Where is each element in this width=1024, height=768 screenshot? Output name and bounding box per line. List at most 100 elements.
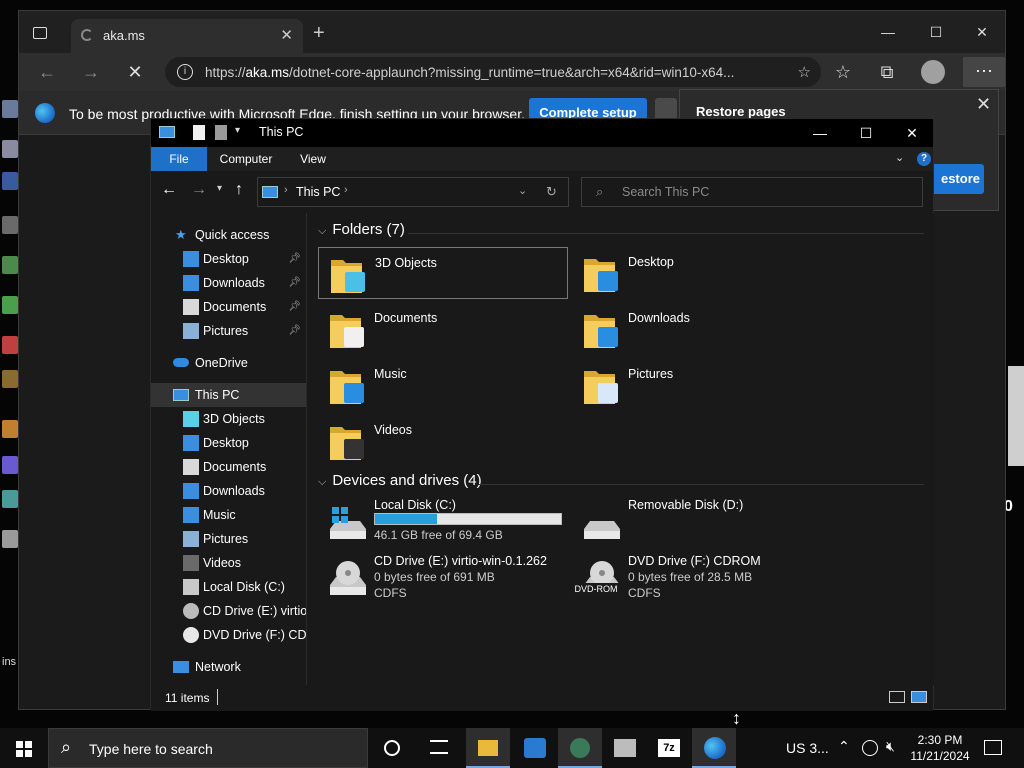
restore-button[interactable]: estore xyxy=(926,164,984,194)
address-dropdown-icon[interactable]: ⌄ xyxy=(518,184,527,197)
maximize-button[interactable]: ☐ xyxy=(913,17,959,47)
sidebar-item-this-pc[interactable]: This PC xyxy=(151,383,306,407)
taskbar-app-7zip[interactable]: 7z xyxy=(646,728,690,768)
stop-loading-icon[interactable]: ✕ xyxy=(121,59,149,85)
desktop-shortcut-icon[interactable] xyxy=(2,370,18,388)
task-view-icon[interactable] xyxy=(430,740,448,754)
explorer-minimize-button[interactable]: — xyxy=(797,119,843,147)
notifications-icon[interactable] xyxy=(984,740,1002,755)
help-icon[interactable]: ? xyxy=(917,152,931,166)
sidebar-item-downloads[interactable]: Downloads xyxy=(151,479,306,503)
details-view-icon[interactable] xyxy=(889,691,905,703)
desktop-shortcut-icon[interactable] xyxy=(2,256,18,274)
sidebar-item-3d-objects[interactable]: 3D Objects xyxy=(151,407,306,431)
desktop-shortcut-icon[interactable] xyxy=(2,296,18,314)
ribbon-tab-file[interactable]: File xyxy=(151,147,207,171)
tab-close-icon[interactable]: ✕ xyxy=(280,26,293,44)
pin-icon[interactable]: 📌︎ xyxy=(288,247,301,271)
taskbar-app-file-explorer[interactable] xyxy=(466,728,510,768)
more-options-icon[interactable]: ··· xyxy=(963,57,1005,87)
large-icons-view-icon[interactable] xyxy=(911,691,927,703)
breadcrumb-chevron-icon[interactable]: › xyxy=(344,184,348,196)
back-arrow-icon[interactable]: ← xyxy=(161,181,177,199)
sidebar-item-documents[interactable]: Documents 📌︎ xyxy=(151,295,306,319)
sidebar-item-pictures[interactable]: Pictures 📌︎ xyxy=(151,319,306,343)
recent-locations-icon[interactable]: ▾ xyxy=(217,183,222,194)
volume-muted-icon[interactable]: 🔇︎ xyxy=(886,738,895,755)
cortana-icon[interactable] xyxy=(384,740,400,756)
desktop-shortcut-icon[interactable] xyxy=(2,140,18,158)
back-arrow-icon[interactable]: ← xyxy=(33,59,61,85)
breadcrumb-this-pc[interactable]: This PC xyxy=(296,185,340,199)
add-favorite-icon[interactable]: ☆ xyxy=(798,63,811,81)
up-arrow-icon[interactable]: ↑ xyxy=(235,181,243,199)
forward-arrow-icon[interactable]: → xyxy=(77,59,105,85)
sidebar-item-desktop[interactable]: Desktop 📌︎ xyxy=(151,247,306,271)
taskbar-app-virtio[interactable] xyxy=(558,728,602,768)
browser-tab[interactable]: aka.ms ✕ xyxy=(71,19,303,53)
sidebar-item-desktop[interactable]: Desktop xyxy=(151,431,306,455)
info-icon[interactable]: i xyxy=(177,64,193,80)
properties-quick-icon[interactable] xyxy=(193,125,205,140)
desktop-shortcut-icon[interactable] xyxy=(2,530,18,548)
folders-group-header[interactable]: ⌵ Folders (7) xyxy=(318,221,405,238)
taskbar-app-edge[interactable] xyxy=(692,728,736,768)
folder-item[interactable]: Videos xyxy=(318,415,568,467)
folder-item[interactable]: Desktop xyxy=(572,247,822,299)
folder-item[interactable]: 3D Objects xyxy=(318,247,568,299)
collapse-chevron-icon[interactable]: ⌵ xyxy=(318,225,326,237)
tab-actions-icon[interactable] xyxy=(33,27,47,39)
drive-item[interactable]: Local Disk (C:) 46.1 GB free of 69.4 GB xyxy=(318,497,568,549)
explorer-maximize-button[interactable]: ☐ xyxy=(843,119,889,147)
folder-item[interactable]: Downloads xyxy=(572,303,822,355)
drive-item[interactable]: DVD Drive (F:) CDROM 0 bytes free of 28.5… xyxy=(572,553,822,605)
sidebar-item-music[interactable]: Music xyxy=(151,503,306,527)
desktop-shortcut-icon[interactable] xyxy=(2,420,18,438)
sidebar-item-downloads[interactable]: Downloads 📌︎ xyxy=(151,271,306,295)
restore-close-icon[interactable]: ✕ xyxy=(976,94,991,115)
input-language[interactable]: US 3... xyxy=(786,740,829,756)
sidebar-item-quick-access[interactable]: ★ Quick access xyxy=(151,223,306,247)
drives-group-header[interactable]: ⌵ Devices and drives (4) xyxy=(318,472,482,489)
sidebar-item-documents[interactable]: Documents xyxy=(151,455,306,479)
sidebar-item-onedrive[interactable]: OneDrive xyxy=(151,351,306,375)
desktop-shortcut-icon[interactable] xyxy=(2,172,18,190)
sidebar-item-local-disk-c[interactable]: Local Disk (C:) xyxy=(151,575,306,599)
sidebar-item-network[interactable]: Network xyxy=(151,655,306,679)
forward-arrow-icon[interactable]: → xyxy=(191,181,207,199)
refresh-icon[interactable]: ↻ xyxy=(546,184,557,200)
explorer-address-bar[interactable]: › This PC › ⌄ ↻ xyxy=(257,177,569,207)
new-folder-quick-icon[interactable] xyxy=(215,125,227,140)
expand-ribbon-icon[interactable]: ⌄ xyxy=(895,151,904,164)
taskbar-app-installer[interactable] xyxy=(512,728,556,768)
explorer-close-button[interactable]: ✕ xyxy=(889,119,935,147)
pin-icon[interactable]: 📌︎ xyxy=(288,295,301,319)
folder-item[interactable]: Pictures xyxy=(572,359,822,411)
desktop-shortcut-icon[interactable] xyxy=(2,100,18,118)
address-bar[interactable]: i https://aka.ms/dotnet-core-applaunch?m… xyxy=(165,57,821,87)
profile-avatar[interactable] xyxy=(921,60,945,84)
desktop-shortcut-icon[interactable] xyxy=(2,336,18,354)
sidebar-item-videos[interactable]: Videos xyxy=(151,551,306,575)
system-clock[interactable]: 2:30 PM 11/21/2024 xyxy=(904,732,976,764)
desktop-shortcut-icon[interactable] xyxy=(2,456,18,474)
breadcrumb-chevron-icon[interactable]: › xyxy=(284,184,288,196)
show-hidden-icons-icon[interactable]: ⌃ xyxy=(838,738,850,755)
customize-toolbar-icon[interactable]: ▾ xyxy=(235,125,240,136)
taskbar-search-box[interactable]: ⌕ Type here to search xyxy=(48,728,368,768)
favorites-icon[interactable]: ☆ xyxy=(829,59,857,85)
pin-icon[interactable]: 📌︎ xyxy=(288,319,301,343)
taskbar-app-device-manager[interactable] xyxy=(602,728,646,768)
windows-start-icon[interactable] xyxy=(16,741,32,757)
explorer-search-box[interactable]: ⌕ Search This PC xyxy=(581,177,923,207)
sidebar-item-dvd-drive-f-cdro[interactable]: DVD Drive (F:) CDRO xyxy=(151,623,306,647)
minimize-button[interactable]: — xyxy=(865,17,911,47)
pin-icon[interactable]: 📌︎ xyxy=(288,271,301,295)
close-button[interactable]: ✕ xyxy=(959,17,1005,47)
ribbon-tab-computer[interactable]: Computer xyxy=(211,147,281,171)
folder-item[interactable]: Documents xyxy=(318,303,568,355)
collapse-chevron-icon[interactable]: ⌵ xyxy=(318,476,326,488)
folder-item[interactable]: Music xyxy=(318,359,568,411)
drive-item[interactable]: Removable Disk (D:) xyxy=(572,497,822,549)
drive-item[interactable]: CD Drive (E:) virtio-win-0.1.262 0 bytes … xyxy=(318,553,568,605)
